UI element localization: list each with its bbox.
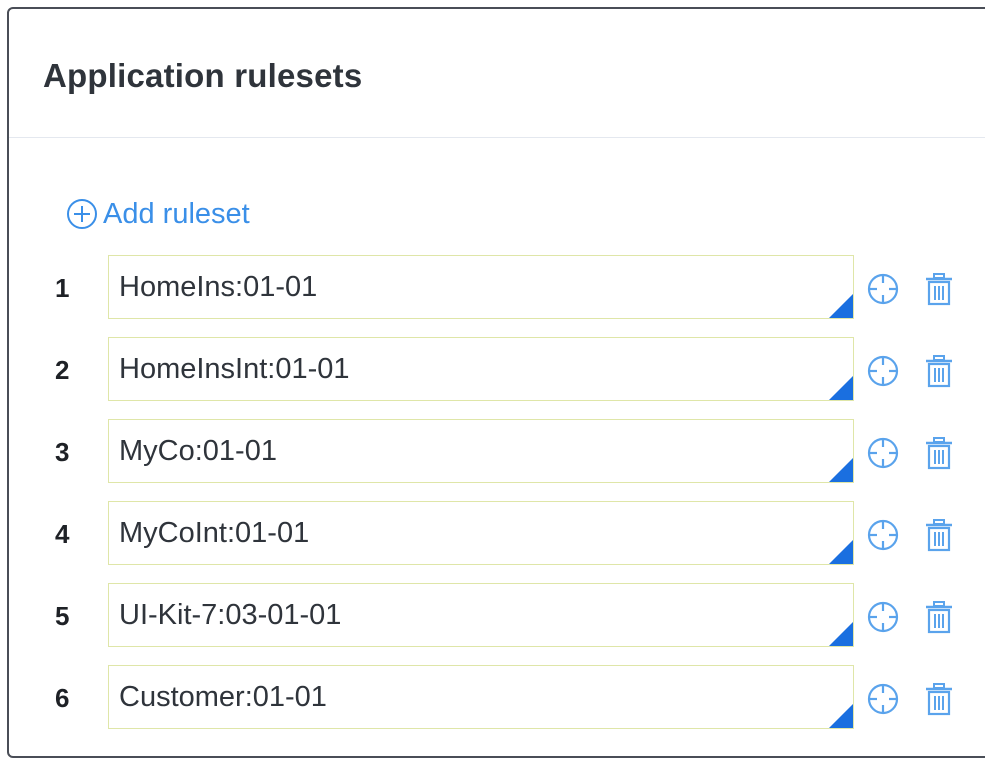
ruleset-value: HomeIns:01-01: [119, 271, 318, 303]
ruleset-row: 6 Customer:01-01: [9, 665, 985, 731]
ruleset-input[interactable]: MyCoInt:01-01: [108, 501, 854, 565]
row-index: 4: [55, 519, 70, 549]
ruleset-row: 2 HomeInsInt:01-01: [9, 337, 985, 403]
plus-circle-icon: [67, 199, 97, 229]
trash-icon[interactable]: [921, 435, 957, 471]
ruleset-input[interactable]: HomeInsInt:01-01: [108, 337, 854, 401]
ruleset-row: 5 UI-Kit-7:03-01-01: [9, 583, 985, 649]
application-rulesets-panel: Application rulesets Add ruleset 1 HomeI…: [7, 7, 985, 758]
crosshair-icon[interactable]: [865, 435, 901, 471]
ruleset-row: 3 MyCo:01-01: [9, 419, 985, 485]
crosshair-icon[interactable]: [865, 599, 901, 635]
add-ruleset-button[interactable]: Add ruleset: [65, 197, 250, 231]
autocomplete-corner-icon: [829, 294, 853, 318]
ruleset-input[interactable]: Customer:01-01: [108, 665, 854, 729]
panel-header: Application rulesets: [9, 9, 985, 138]
ruleset-row: 1 HomeIns:01-01: [9, 255, 985, 321]
autocomplete-corner-icon: [829, 376, 853, 400]
crosshair-icon[interactable]: [865, 517, 901, 553]
row-index: 3: [55, 437, 70, 467]
trash-icon[interactable]: [921, 599, 957, 635]
ruleset-row: 4 MyCoInt:01-01: [9, 501, 985, 567]
ruleset-value: MyCoInt:01-01: [119, 517, 310, 549]
panel-title: Application rulesets: [43, 57, 363, 94]
row-index: 6: [55, 683, 70, 713]
ruleset-value: Customer:01-01: [119, 681, 327, 713]
ruleset-value: HomeInsInt:01-01: [119, 353, 350, 385]
ruleset-value: MyCo:01-01: [119, 435, 277, 467]
ruleset-input[interactable]: HomeIns:01-01: [108, 255, 854, 319]
crosshair-icon[interactable]: [865, 681, 901, 717]
row-index: 5: [55, 601, 70, 631]
crosshair-icon[interactable]: [865, 271, 901, 307]
autocomplete-corner-icon: [829, 458, 853, 482]
crosshair-icon[interactable]: [865, 353, 901, 389]
ruleset-input[interactable]: UI-Kit-7:03-01-01: [108, 583, 854, 647]
autocomplete-corner-icon: [829, 704, 853, 728]
row-index: 1: [55, 273, 70, 303]
trash-icon[interactable]: [921, 271, 957, 307]
trash-icon[interactable]: [921, 353, 957, 389]
row-index: 2: [55, 355, 70, 385]
autocomplete-corner-icon: [829, 622, 853, 646]
autocomplete-corner-icon: [829, 540, 853, 564]
ruleset-value: UI-Kit-7:03-01-01: [119, 599, 342, 631]
ruleset-input[interactable]: MyCo:01-01: [108, 419, 854, 483]
trash-icon[interactable]: [921, 681, 957, 717]
add-ruleset-label: Add ruleset: [103, 197, 250, 230]
trash-icon[interactable]: [921, 517, 957, 553]
